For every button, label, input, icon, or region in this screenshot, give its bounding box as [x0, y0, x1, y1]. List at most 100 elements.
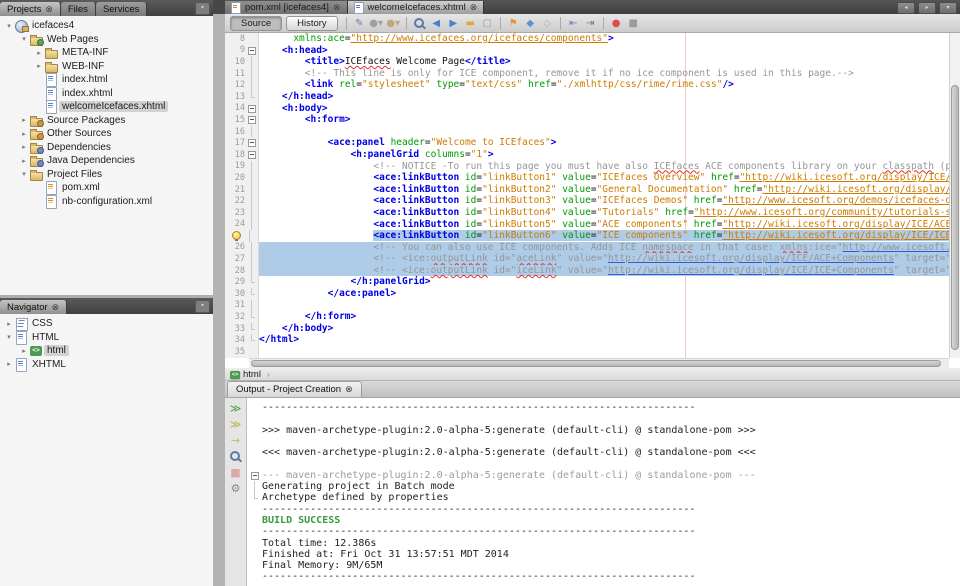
rerun-icon[interactable]: ≫	[228, 401, 244, 416]
expand-arrow-icon[interactable]: ▸	[4, 360, 14, 368]
code-editor[interactable]: 8910111213141516171819202122232426272829…	[225, 33, 960, 358]
projects-tree[interactable]: ▾icefaces4▾Web Pages▸META-INF▸WEB-INFind…	[0, 16, 213, 295]
expand-arrow-icon[interactable]: ▸	[34, 62, 44, 70]
gutter-row: 22	[225, 195, 258, 207]
projects-item-meta-inf[interactable]: ▸META-INF	[0, 46, 213, 60]
find-previous-icon[interactable]: ◀	[429, 16, 444, 31]
projects-item-other-sources[interactable]: ▸Other Sources	[0, 127, 213, 141]
previous-bookmark-icon[interactable]: ⚑	[506, 16, 521, 31]
code-segment: "1"	[471, 149, 488, 160]
projects-item-web-inf[interactable]: ▸WEB-INF	[0, 60, 213, 74]
projects-item-dependencies[interactable]: ▸Dependencies	[0, 141, 213, 155]
scroll-tabs-right-button[interactable]: ▸	[918, 2, 936, 14]
close-icon[interactable]: ⊗	[45, 5, 53, 14]
horizontal-scrollbar[interactable]	[249, 358, 949, 368]
find-next-icon[interactable]: ▶	[446, 16, 461, 31]
projects-item-pom-xml[interactable]: pom.xml	[0, 181, 213, 195]
expand-arrow-icon[interactable]: ▸	[19, 347, 29, 355]
navigator-item-html[interactable]: ▸html	[0, 344, 213, 358]
projects-item-welcomeicefaces-xhtml[interactable]: welcomeIcefaces.xhtml	[0, 100, 213, 114]
navigator-item-xhtml[interactable]: ▸XHTML	[0, 358, 213, 372]
output-tab[interactable]: Output - Project Creation ⊗	[227, 381, 362, 397]
next-bookmark-icon[interactable]: ◆	[523, 16, 538, 31]
projects-item-index-xhtml[interactable]: index.xhtml	[0, 87, 213, 101]
close-icon[interactable]: ⊗	[345, 385, 353, 394]
projects-item-web-pages[interactable]: ▾Web Pages	[0, 33, 213, 47]
fold-collapse-icon[interactable]	[247, 103, 257, 115]
close-icon[interactable]: ⊗	[333, 3, 341, 12]
gutter-row	[225, 230, 258, 242]
breadcrumb-chevron-icon: ›	[267, 370, 270, 379]
horizontal-scrollbar-thumb[interactable]	[251, 360, 941, 367]
record-macro-icon[interactable]: ●	[609, 16, 624, 31]
projects-item-java-dependencies[interactable]: ▸Java Dependencies	[0, 154, 213, 168]
rerun-with-different-parameters-icon[interactable]: ≫	[228, 417, 244, 432]
vertical-scrollbar[interactable]	[949, 33, 960, 358]
source-view-button[interactable]: Source	[230, 16, 282, 31]
expand-arrow-icon[interactable]: ▸	[19, 116, 29, 124]
editor-tab-welcomeicefaces-xhtml[interactable]: welcomeIcefaces.xhtml⊗	[348, 1, 485, 14]
close-icon[interactable]: ⊗	[470, 3, 478, 12]
navigator-item-html[interactable]: ▾HTML	[0, 331, 213, 345]
expand-arrow-icon[interactable]: ▸	[4, 320, 14, 328]
code-area[interactable]: xmlns:ace="http://www.icefaces.org/icefa…	[259, 33, 949, 358]
editor-tab-pom-xml-icefaces4[interactable]: pom.xml [icefaces4]⊗	[225, 1, 348, 14]
output-console[interactable]: ----------------------------------------…	[248, 398, 960, 586]
expand-arrow-icon[interactable]: ▾	[19, 170, 29, 178]
shift-left-icon[interactable]: ⇤	[566, 16, 581, 31]
fold-collapse-icon[interactable]	[247, 137, 257, 149]
projects-minimize-button[interactable]: ▪	[195, 2, 210, 15]
output-settings-icon[interactable]: ⚙	[228, 481, 244, 496]
code-segment: </h:body>	[282, 323, 333, 334]
code-segment: aceLink	[516, 253, 556, 264]
history-view-button[interactable]: History	[286, 16, 338, 31]
projects-item-source-packages[interactable]: ▸Source Packages	[0, 114, 213, 128]
expand-arrow-icon[interactable]: ▸	[19, 157, 29, 165]
toggle-bookmark-icon[interactable]: ◇	[540, 16, 555, 31]
last-edit-icon[interactable]: ✎	[352, 16, 367, 31]
expand-arrow-icon[interactable]: ▸	[34, 49, 44, 57]
stop-macro-icon[interactable]: ■	[626, 16, 641, 31]
expand-arrow-icon[interactable]: ▾	[4, 333, 14, 341]
close-icon[interactable]: ⊗	[52, 303, 60, 312]
navigator-minimize-button[interactable]: ▪	[195, 300, 210, 313]
vertical-scrollbar-thumb[interactable]	[951, 85, 959, 350]
shift-right-icon[interactable]: ⇥	[583, 16, 598, 31]
toggle-highlight-search-icon[interactable]: ▬	[463, 16, 478, 31]
navigator-tree[interactable]: ▸CSS▾HTML▸html▸XHTML	[0, 314, 213, 586]
tab-navigator[interactable]: Navigator⊗	[0, 300, 67, 314]
fold-collapse-icon[interactable]	[247, 45, 257, 57]
search-icon[interactable]	[228, 449, 244, 464]
breadcrumb-item-html[interactable]: html	[243, 369, 261, 380]
expand-arrow-icon[interactable]: ▾	[19, 35, 29, 43]
expand-arrow-icon[interactable]: ▾	[4, 22, 14, 30]
tab-list-button[interactable]: ▾	[939, 2, 957, 14]
jump-forward-icon[interactable]: ●▾	[386, 16, 401, 31]
scroll-tabs-left-button[interactable]: ◂	[897, 2, 915, 14]
fold-collapse-icon[interactable]	[250, 470, 262, 482]
fold-collapse-icon[interactable]	[247, 149, 257, 161]
code-segment: >	[608, 33, 614, 44]
find-icon[interactable]	[412, 16, 427, 31]
vertical-splitter[interactable]	[213, 0, 225, 586]
projects-item-project-files[interactable]: ▾Project Files	[0, 168, 213, 182]
resume-icon[interactable]: →	[228, 433, 244, 448]
stop-icon[interactable]: ■	[228, 465, 244, 480]
code-segment: <!-- <ice:	[373, 253, 430, 264]
expand-arrow-icon[interactable]: ▸	[19, 130, 29, 138]
expand-arrow-icon[interactable]: ▸	[19, 143, 29, 151]
hint-lightbulb-icon[interactable]	[225, 230, 245, 242]
projects-item-nb-configuration-xml[interactable]: nb-configuration.xml	[0, 195, 213, 209]
incremental-search-icon[interactable]: ▢	[480, 16, 495, 31]
fold-collapse-icon[interactable]	[247, 114, 257, 126]
tab-projects[interactable]: Projects⊗	[0, 2, 61, 16]
code-line-32: </h:form>	[259, 311, 949, 323]
tab-services[interactable]: Services	[96, 2, 147, 16]
output-text: Total time: 12.386s	[262, 538, 376, 549]
projects-item-index-html[interactable]: index.html	[0, 73, 213, 87]
tab-files[interactable]: Files	[61, 2, 96, 16]
code-segment: value	[562, 230, 591, 241]
projects-item-icefaces4[interactable]: ▾icefaces4	[0, 19, 213, 33]
jump-back-icon[interactable]: ●▾	[369, 16, 384, 31]
navigator-item-css[interactable]: ▸CSS	[0, 317, 213, 331]
